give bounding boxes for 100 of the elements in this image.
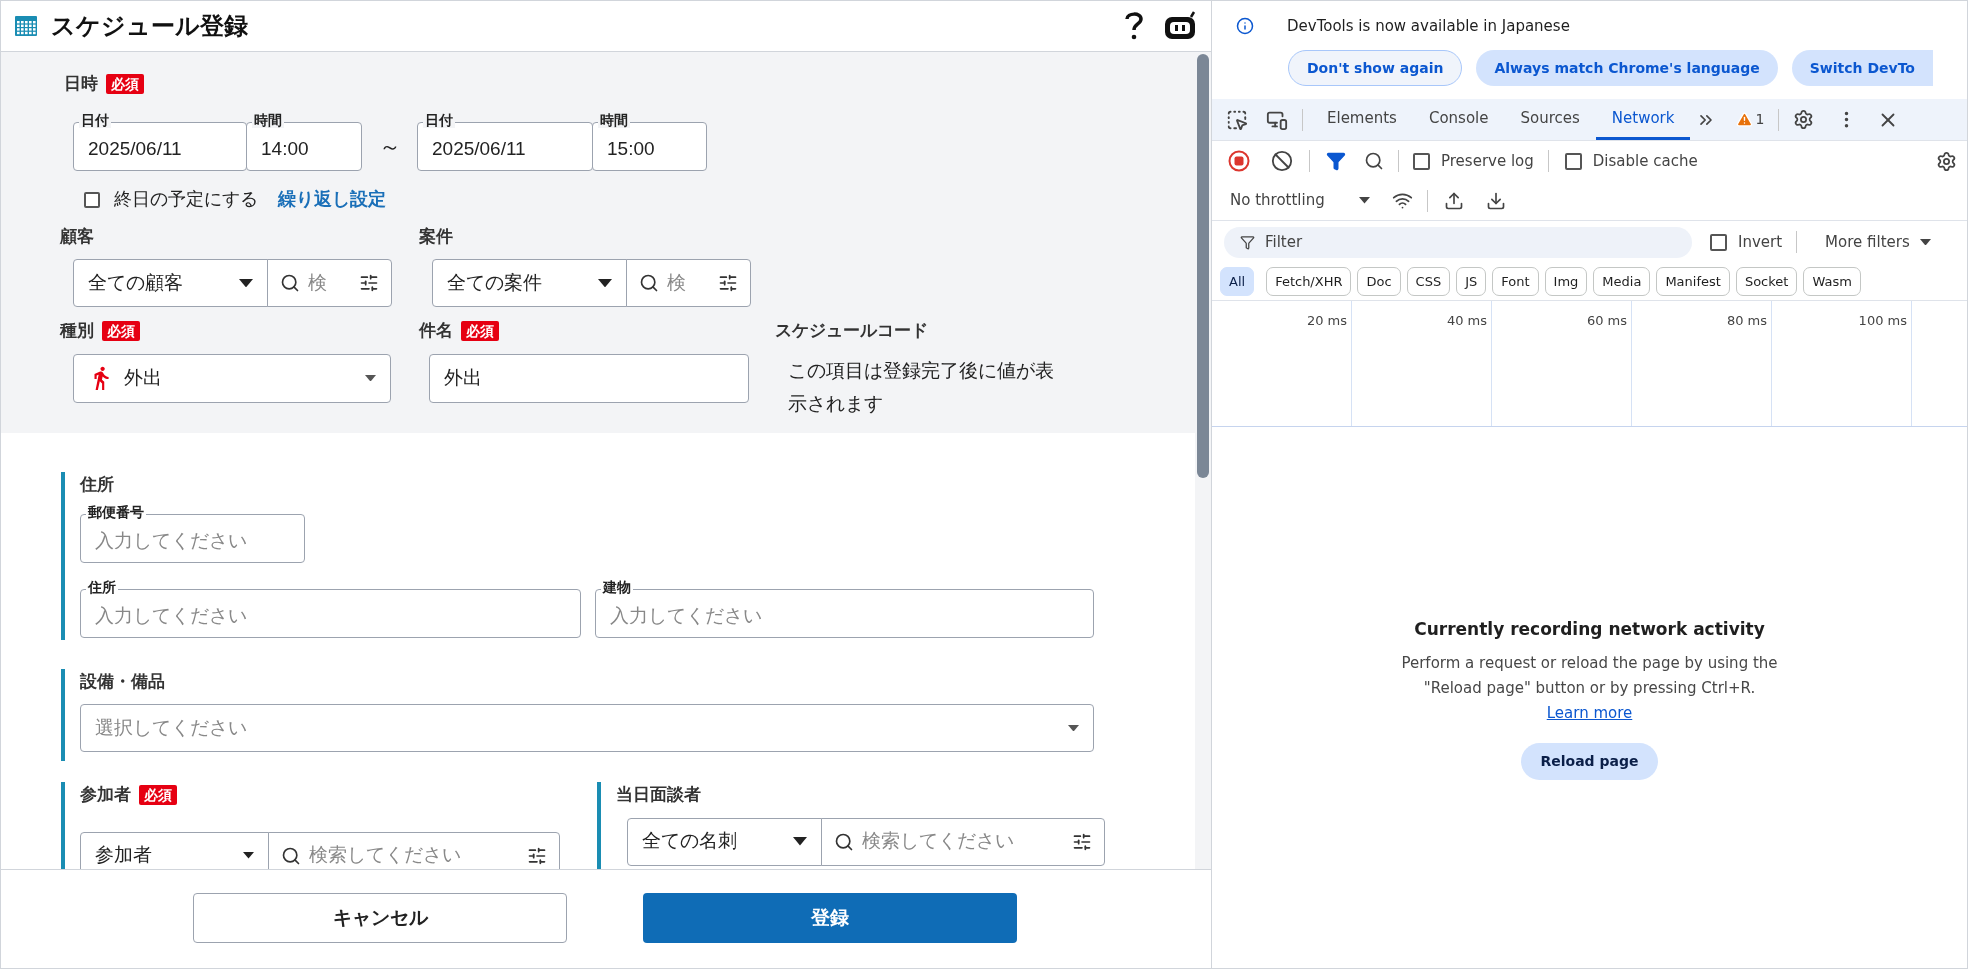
field-label: 件名	[419, 320, 453, 342]
download-icon[interactable]	[1485, 190, 1506, 211]
field-legend: 日付	[79, 111, 111, 128]
checkbox[interactable]	[1710, 233, 1727, 251]
checkbox-label: Preserve log	[1441, 150, 1534, 172]
search-icon[interactable]	[1364, 151, 1384, 171]
filter-input[interactable]: Filter	[1265, 230, 1676, 254]
type-filter-chip[interactable]: All	[1220, 267, 1255, 296]
field-label: 設備・備品	[80, 670, 165, 693]
sliders-icon	[1072, 831, 1092, 852]
caret-icon	[1358, 197, 1370, 204]
help-icon[interactable]	[1125, 11, 1143, 41]
search-field[interactable]: 検索してください	[268, 831, 560, 869]
select-field[interactable]: 全ての名刺	[627, 817, 822, 866]
sliders-icon	[718, 273, 738, 293]
field-legend: 住所	[86, 578, 118, 595]
checkbox-label: Disable cache	[1592, 150, 1698, 172]
select-field[interactable]: 外出	[73, 353, 391, 403]
timeline-tick-label: 20 ms	[1306, 312, 1347, 330]
field-legend: 時間	[252, 111, 284, 128]
type-filter-chip[interactable]: Img	[1544, 267, 1588, 296]
throttling-dropdown[interactable]: No throttling	[1230, 189, 1370, 212]
field-label: 顧客	[60, 225, 94, 248]
devtools-tab[interactable]: Sources	[1504, 99, 1596, 140]
field-label: 案件	[419, 225, 453, 248]
infobar-message: DevTools is now available in Japanese	[1287, 15, 1570, 37]
submit-button[interactable]: 登録	[643, 893, 1017, 943]
scrollbar[interactable]	[1197, 54, 1209, 478]
calendar-icon	[15, 16, 37, 36]
upload-icon[interactable]	[1443, 190, 1464, 211]
devtools-tab[interactable]: Elements	[1311, 99, 1413, 140]
checkbox-label: 終日の予定にする	[114, 188, 258, 211]
select-field[interactable]: 全ての顧客	[73, 259, 268, 307]
type-filter-chip[interactable]: Doc	[1357, 267, 1401, 296]
clear-icon[interactable]	[1271, 150, 1293, 172]
select-field[interactable]: 参加者	[80, 831, 269, 869]
reload-page-button[interactable]: Reload page	[1521, 742, 1658, 780]
caret-icon	[598, 278, 612, 288]
settings-icon[interactable]	[1936, 150, 1957, 172]
select-field[interactable]: 全ての案件	[432, 259, 627, 307]
search-input[interactable]: 検	[308, 268, 351, 298]
search-icon	[280, 273, 300, 293]
empty-state-title: Currently recording network activity	[1414, 618, 1765, 641]
checkbox[interactable]	[1413, 152, 1430, 170]
required-badge: 必須	[139, 784, 177, 805]
warning-icon[interactable]	[1736, 111, 1754, 128]
filter-field[interactable]: Filter	[1224, 226, 1692, 258]
search-icon	[639, 273, 659, 293]
inspect-icon[interactable]	[1226, 108, 1248, 131]
checkbox[interactable]	[1564, 152, 1582, 170]
search-field[interactable]: 検	[267, 259, 392, 307]
timeline-tick-label: 60 ms	[1586, 312, 1627, 330]
required-badge: 必須	[102, 320, 140, 341]
search-input[interactable]: 検索してください	[862, 827, 1064, 856]
field-label: 当日面談者	[616, 784, 701, 806]
search-field[interactable]: 検索してください	[821, 817, 1105, 866]
checkbox[interactable]	[84, 191, 100, 208]
settings-icon[interactable]	[1793, 109, 1815, 130]
text-field[interactable]: 外出	[429, 353, 749, 403]
field-label: スケジュールコード	[775, 320, 928, 342]
checkbox-label: Invert	[1738, 231, 1783, 253]
select-field[interactable]: 選択してください	[80, 704, 1094, 752]
field-label: 参加者	[80, 784, 131, 806]
record-icon[interactable]	[1228, 150, 1250, 172]
type-filter-chip[interactable]: CSS	[1406, 267, 1451, 296]
caret-icon	[1919, 238, 1931, 246]
type-filter-chip[interactable]: Media	[1593, 267, 1651, 296]
search-icon	[834, 831, 854, 852]
type-filter-chip[interactable]: Socket	[1735, 267, 1798, 296]
learn-more-link[interactable]: Learn more	[1546, 703, 1633, 722]
field-label: 種別	[60, 320, 94, 342]
type-filter-chip[interactable]: JS	[1456, 267, 1487, 296]
type-filter-chip[interactable]: Wasm	[1803, 267, 1861, 296]
cancel-button[interactable]: キャンセル	[193, 893, 567, 943]
type-filter-chip[interactable]: Manifest	[1656, 267, 1730, 296]
timeline-tick-label: 100 ms	[1858, 312, 1907, 330]
robot-icon[interactable]	[1163, 11, 1197, 41]
devtools-tab[interactable]: Network	[1595, 99, 1691, 140]
field-legend: 建物	[601, 578, 633, 595]
filter-icon[interactable]	[1326, 151, 1346, 171]
type-filter-chip[interactable]: Fetch/XHR	[1266, 267, 1352, 296]
devtools-tab[interactable]: Console	[1412, 99, 1505, 140]
infobar-button[interactable]: Always match Chrome's language	[1476, 50, 1778, 86]
type-filter-chip[interactable]: Font	[1492, 267, 1539, 296]
window-title: スケジュール登録	[51, 11, 248, 41]
field-legend: 日付	[423, 111, 455, 128]
infobar-button[interactable]: Don't show again	[1288, 50, 1463, 86]
timeline-tick-label: 80 ms	[1726, 312, 1767, 330]
search-input[interactable]: 検索してください	[309, 841, 519, 869]
search-field[interactable]: 検	[626, 259, 751, 307]
field-label: 住所	[80, 474, 114, 496]
more-filters-dropdown[interactable]: More filters	[1825, 230, 1931, 254]
search-icon	[281, 845, 301, 866]
info-icon	[1236, 17, 1254, 35]
repeat-link[interactable]: 繰り返し設定	[278, 186, 386, 213]
timeline-tick-label: 40 ms	[1446, 312, 1487, 330]
required-badge: 必須	[461, 320, 499, 341]
field-label: 日時	[64, 73, 98, 95]
search-input[interactable]: 検	[667, 268, 710, 298]
infobar-button[interactable]: Switch DevTo	[1791, 50, 1933, 86]
